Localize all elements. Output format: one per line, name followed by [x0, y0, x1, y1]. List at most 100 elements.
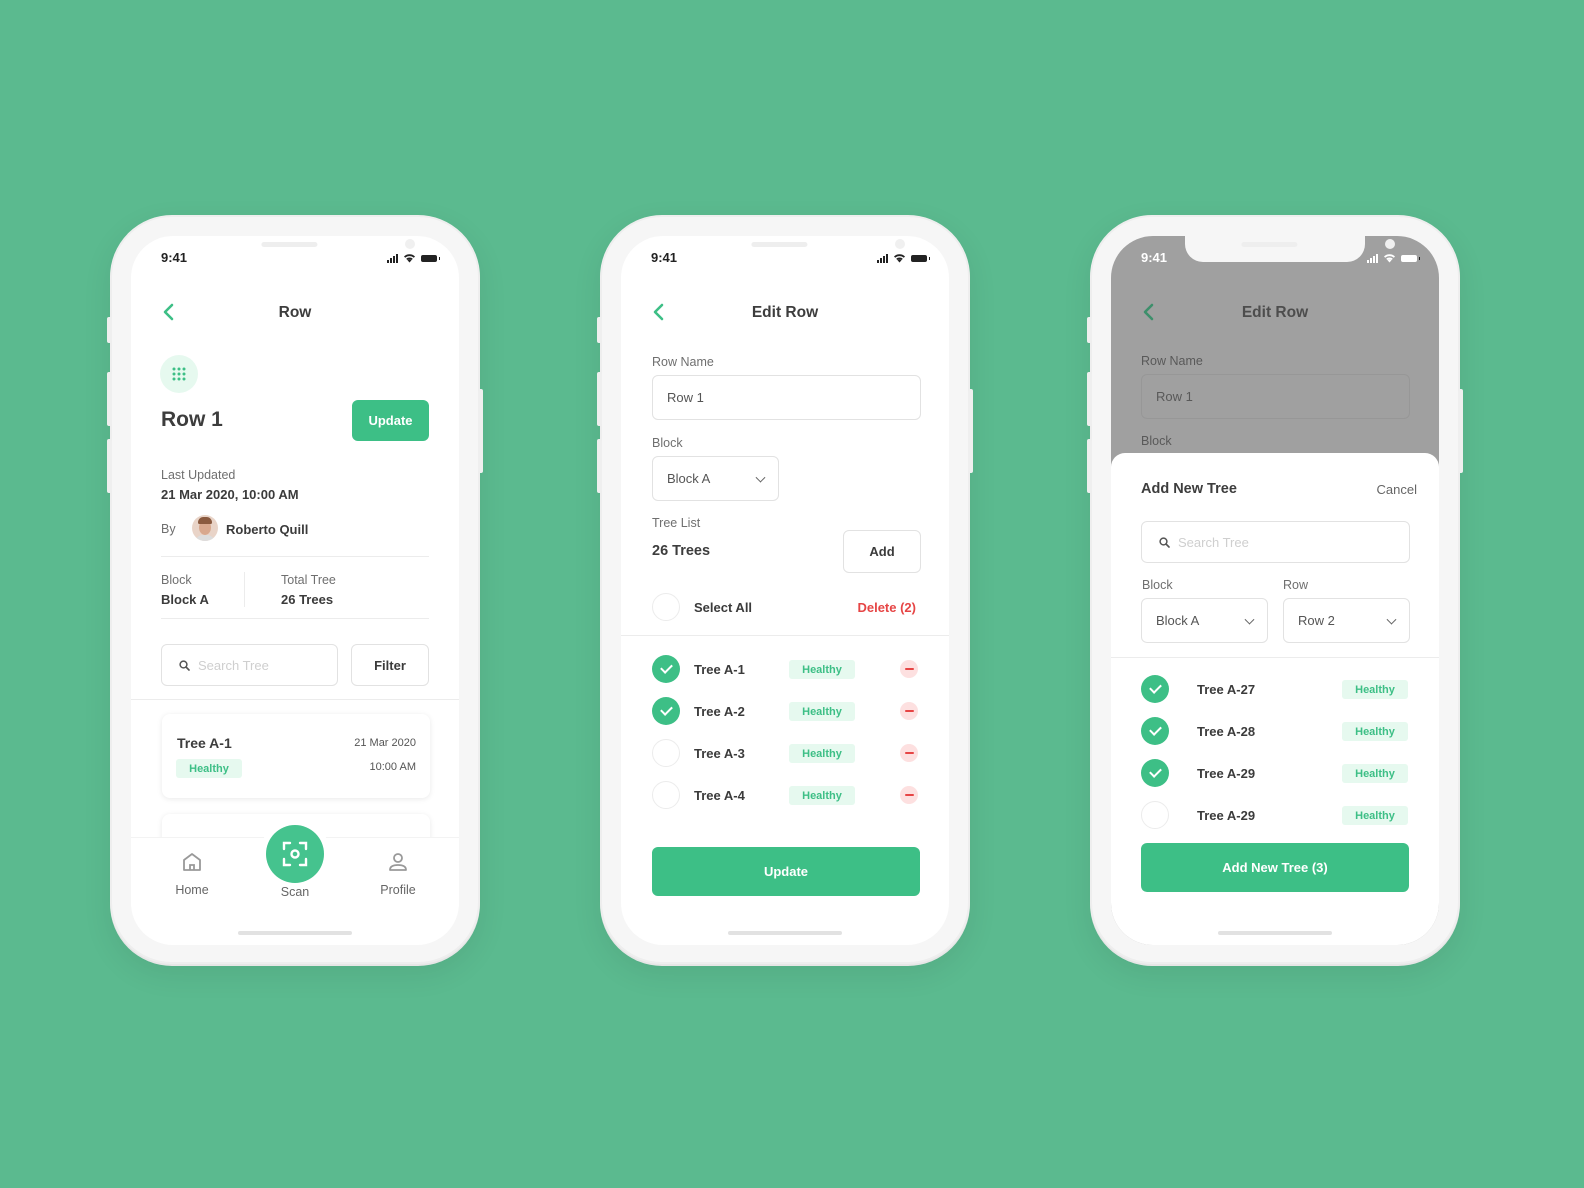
status-bar: 9:41: [621, 250, 949, 270]
delete-button[interactable]: Delete (2): [857, 600, 916, 615]
tree-checkbox[interactable]: [652, 655, 680, 683]
status-badge: Healthy: [1342, 806, 1408, 825]
power-button: [478, 389, 483, 473]
scan-icon: [266, 825, 324, 883]
volume-up-button: [597, 372, 602, 426]
home-indicator: [1218, 931, 1332, 935]
tree-name: Tree A-3: [694, 746, 745, 761]
select-all-checkbox[interactable]: [652, 593, 680, 621]
cancel-button[interactable]: Cancel: [1377, 482, 1417, 497]
block-label: Block: [1142, 578, 1173, 592]
power-button: [1458, 389, 1463, 473]
profile-icon: [389, 853, 407, 871]
remove-icon[interactable]: [900, 702, 918, 720]
status-time: 9:41: [161, 250, 188, 265]
tab-scan[interactable]: Scan: [252, 825, 338, 902]
tab-label: Scan: [280, 885, 310, 899]
row-select[interactable]: Row 2: [1283, 598, 1410, 643]
status-bar: 9:41: [1111, 250, 1439, 270]
tree-checkbox[interactable]: [1141, 759, 1169, 787]
add-button[interactable]: Add: [843, 530, 921, 573]
tab-home[interactable]: Home: [149, 850, 235, 902]
total-tree-label: Total Tree: [281, 573, 336, 587]
nav-bar: Edit Row: [621, 298, 949, 328]
tree-name: Tree A-27: [1197, 682, 1256, 697]
row-name-label: Row Name: [1141, 354, 1203, 368]
remove-icon[interactable]: [900, 786, 918, 804]
home-icon: [183, 853, 201, 871]
remove-icon[interactable]: [900, 744, 918, 762]
tree-name: Tree A-29: [1197, 808, 1256, 823]
tree-count: 26 Trees: [652, 543, 711, 559]
home-indicator: [728, 931, 842, 935]
author-name: Roberto Quill: [226, 522, 309, 537]
page-title: Edit Row: [1241, 304, 1309, 321]
search-placeholder: Search Tree: [1178, 534, 1249, 550]
block-value: Block A: [667, 471, 711, 486]
row-value: Row 2: [1298, 613, 1335, 628]
filter-button[interactable]: Filter: [351, 644, 429, 686]
tree-row: Tree A-27 Healthy: [1111, 674, 1439, 704]
mute-switch: [597, 317, 602, 343]
row-name-value: Row 1: [1156, 389, 1193, 404]
avatar: [192, 515, 218, 541]
row-title: Row 1: [161, 408, 223, 431]
tree-row: Tree A-29 Healthy: [1111, 758, 1439, 788]
search-icon: [1159, 536, 1170, 548]
wifi-icon: [404, 254, 415, 263]
divider: [161, 556, 429, 557]
search-input[interactable]: Search Tree: [1141, 521, 1410, 563]
divider: [131, 699, 459, 700]
power-button: [968, 389, 973, 473]
row-name-input[interactable]: Row 1: [652, 375, 921, 420]
chevron-down-icon: [1386, 614, 1397, 625]
sheet-title: Add New Tree: [1141, 481, 1237, 497]
tab-label: Home: [175, 883, 209, 897]
signal-icon: [1367, 253, 1378, 263]
wifi-icon: [894, 254, 905, 263]
tree-checkbox[interactable]: [652, 781, 680, 809]
tree-checkbox[interactable]: [652, 739, 680, 767]
battery-icon: [421, 254, 440, 262]
block-label: Block: [161, 573, 192, 587]
tree-row: Tree A-28 Healthy: [1111, 716, 1439, 746]
grid-dots-icon: [160, 355, 198, 393]
tree-row: Tree A-1 Healthy: [621, 654, 949, 684]
tab-label: Profile: [380, 883, 416, 897]
tree-card[interactable]: Tree A-1 Healthy 21 Mar 2020 10:00 AM: [162, 714, 430, 798]
tree-time: 10:00 AM: [369, 761, 416, 773]
row-label: Row: [1283, 578, 1309, 592]
search-input[interactable]: Search Tree: [161, 644, 338, 686]
add-new-tree-button[interactable]: Add New Tree (3): [1141, 843, 1409, 892]
tree-checkbox[interactable]: [1141, 717, 1169, 745]
screen: 9:41 Edit Row Row Name Row 1 Block Add N…: [1111, 236, 1439, 945]
block-label: Block: [1141, 434, 1172, 448]
phone-edit-row: 9:41 Edit Row Row Name Row 1 Block Block…: [597, 215, 973, 964]
battery-icon: [911, 254, 930, 262]
block-select[interactable]: Block A: [652, 456, 779, 501]
home-indicator: [238, 931, 352, 935]
chevron-down-icon: [755, 472, 766, 483]
tab-bar: Home Scan Profile: [131, 825, 459, 907]
tab-profile[interactable]: Profile: [355, 850, 441, 902]
tree-name: Tree A-29: [1197, 766, 1256, 781]
tree-row: Tree A-29 Healthy: [1111, 800, 1439, 830]
status-badge: Healthy: [789, 660, 855, 679]
update-button[interactable]: Update: [352, 400, 429, 441]
battery-icon: [1401, 254, 1420, 262]
block-value: Block A: [1156, 613, 1200, 628]
phone-add-new-tree: 9:41 Edit Row Row Name Row 1 Block Add N…: [1087, 215, 1463, 964]
status-badge: Healthy: [1342, 722, 1408, 741]
page-title: Row: [278, 304, 312, 321]
tree-checkbox[interactable]: [652, 697, 680, 725]
tree-checkbox[interactable]: [1141, 675, 1169, 703]
update-button[interactable]: Update: [652, 847, 920, 896]
row-name-input: Row 1: [1141, 374, 1410, 419]
remove-icon[interactable]: [900, 660, 918, 678]
nav-bar: Edit Row: [1111, 298, 1439, 328]
tree-checkbox[interactable]: [1141, 801, 1169, 829]
tree-name: Tree A-1: [177, 735, 232, 751]
status-badge: Healthy: [789, 702, 855, 721]
block-select[interactable]: Block A: [1141, 598, 1268, 643]
row-name-value: Row 1: [667, 390, 704, 405]
